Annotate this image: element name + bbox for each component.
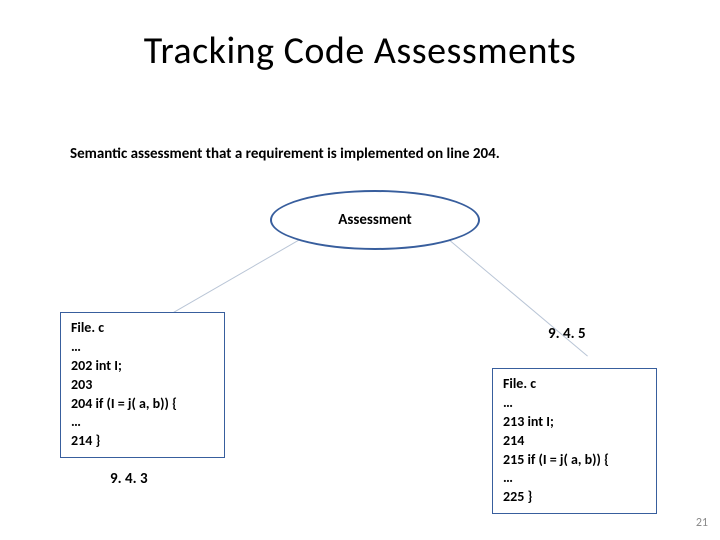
slide-title: Tracking Code Assessments	[0, 28, 720, 74]
code-box-right: File. c … 213 int I; 214 215 if (I = j( …	[492, 368, 657, 514]
version-left: 9. 4. 3	[110, 470, 148, 488]
assessment-ellipse: Assessment	[270, 190, 480, 250]
slide-subtitle: Semantic assessment that a requirement i…	[70, 145, 500, 163]
version-right: 9. 4. 5	[548, 325, 586, 343]
ellipse-label: Assessment	[338, 211, 411, 229]
code-box-left: File. c … 202 int I; 203 204 if (I = j( …	[60, 312, 225, 458]
page-number: 21	[696, 516, 708, 530]
